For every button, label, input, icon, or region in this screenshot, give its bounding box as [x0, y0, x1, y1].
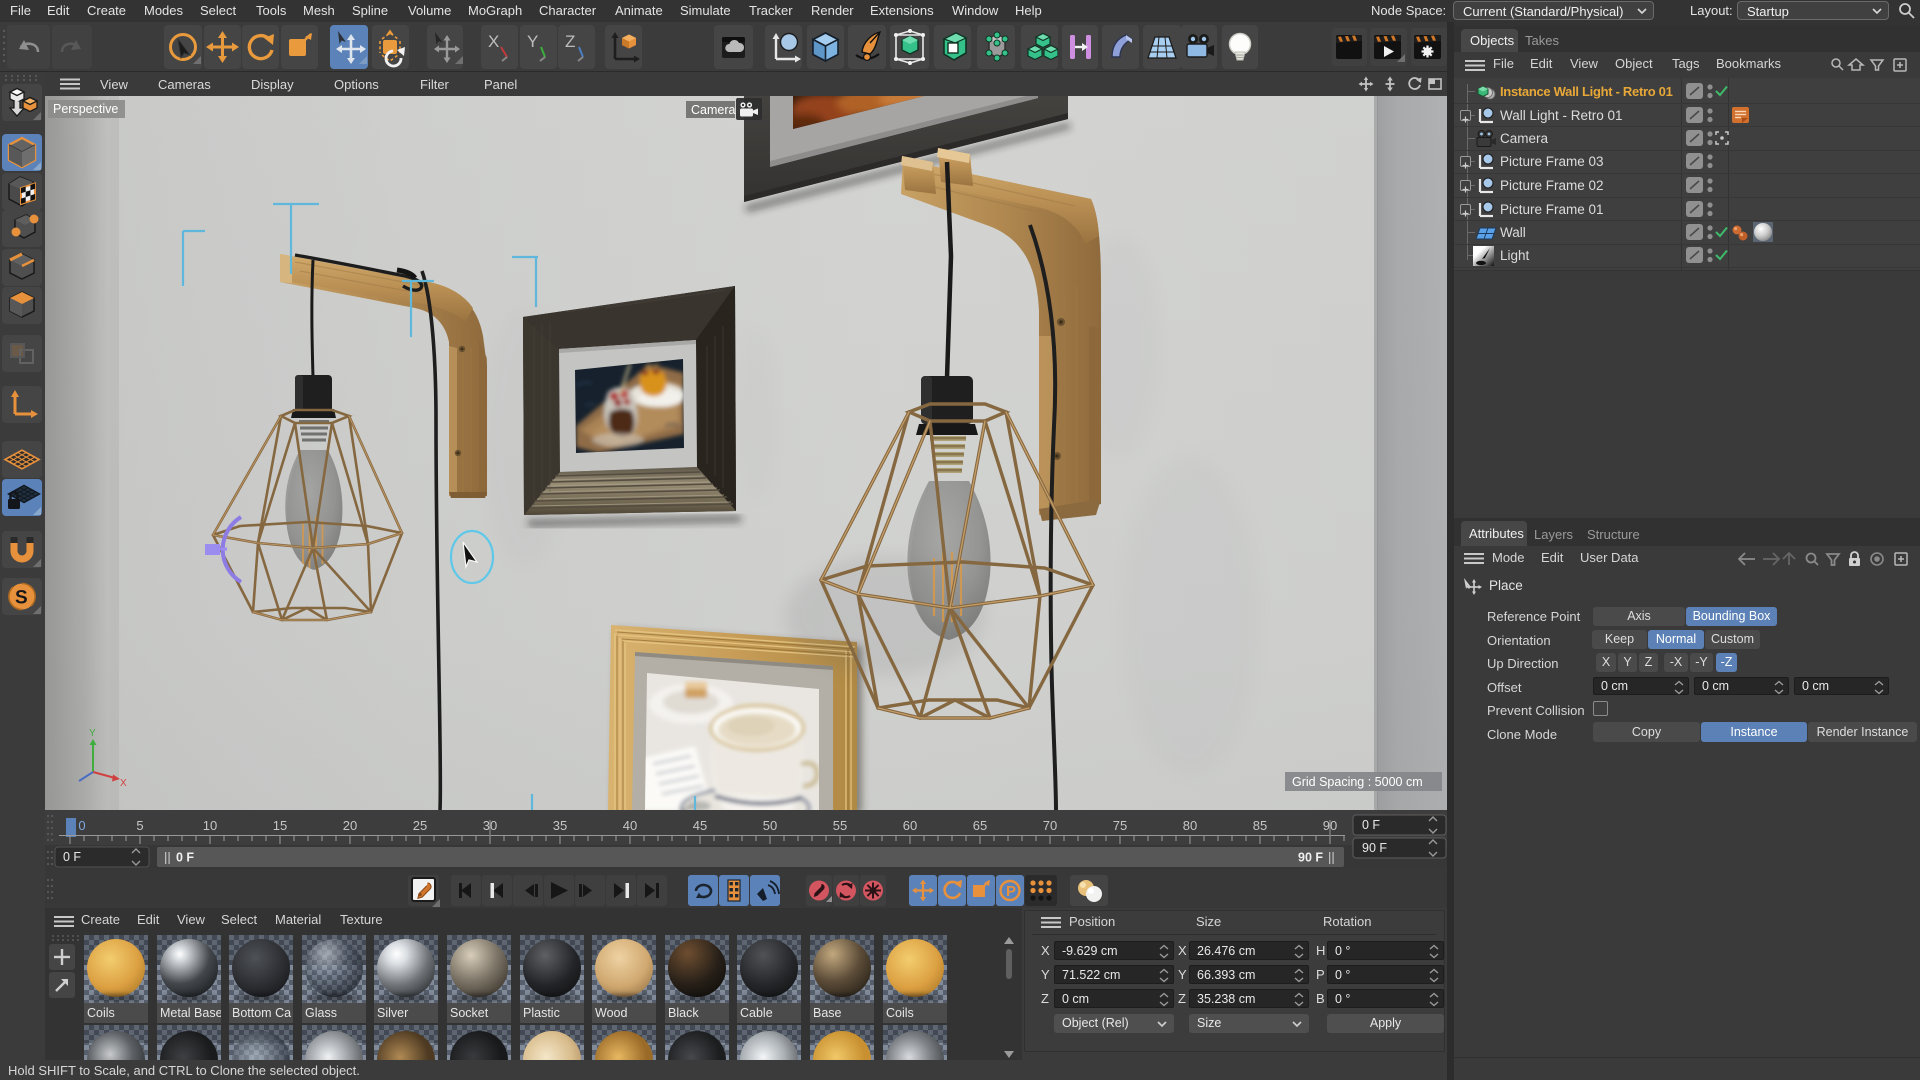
svg-text:Camera: Camera: [691, 103, 736, 117]
svg-text:0 F: 0 F: [176, 851, 194, 865]
svg-text:||: ||: [1328, 850, 1335, 865]
svg-text:0 F: 0 F: [1362, 818, 1380, 832]
svg-text:35: 35: [553, 818, 567, 833]
svg-text:Y: Y: [527, 32, 538, 51]
svg-text:10: 10: [203, 818, 217, 833]
svg-text:70: 70: [1043, 818, 1057, 833]
svg-text:85: 85: [1253, 818, 1267, 833]
svg-text:40: 40: [623, 818, 637, 833]
svg-text:15: 15: [273, 818, 287, 833]
svg-text:50: 50: [763, 818, 777, 833]
svg-text:Perspective: Perspective: [53, 102, 118, 116]
svg-text:P: P: [1006, 883, 1016, 900]
svg-text:60: 60: [903, 818, 917, 833]
svg-text:65: 65: [973, 818, 987, 833]
svg-text:X: X: [488, 32, 499, 51]
svg-text:||: ||: [164, 850, 171, 865]
svg-text:Y: Y: [89, 728, 96, 739]
svg-text:0: 0: [78, 818, 85, 833]
svg-text:80: 80: [1183, 818, 1197, 833]
svg-text:20: 20: [343, 818, 357, 833]
svg-text:S: S: [15, 588, 28, 609]
svg-text:0 F: 0 F: [63, 850, 81, 864]
svg-text:45: 45: [693, 818, 707, 833]
svg-text:90: 90: [1323, 818, 1337, 833]
svg-text:25: 25: [413, 818, 427, 833]
svg-text:30: 30: [483, 818, 497, 833]
svg-text:X: X: [120, 778, 127, 789]
svg-text:55: 55: [833, 818, 847, 833]
svg-text:75: 75: [1113, 818, 1127, 833]
svg-text:90 F: 90 F: [1362, 841, 1387, 855]
svg-text:Z: Z: [565, 32, 575, 51]
svg-text:5: 5: [136, 818, 143, 833]
svg-text:Grid Spacing : 5000 cm: Grid Spacing : 5000 cm: [1292, 775, 1423, 789]
svg-text:90 F: 90 F: [1298, 851, 1323, 865]
